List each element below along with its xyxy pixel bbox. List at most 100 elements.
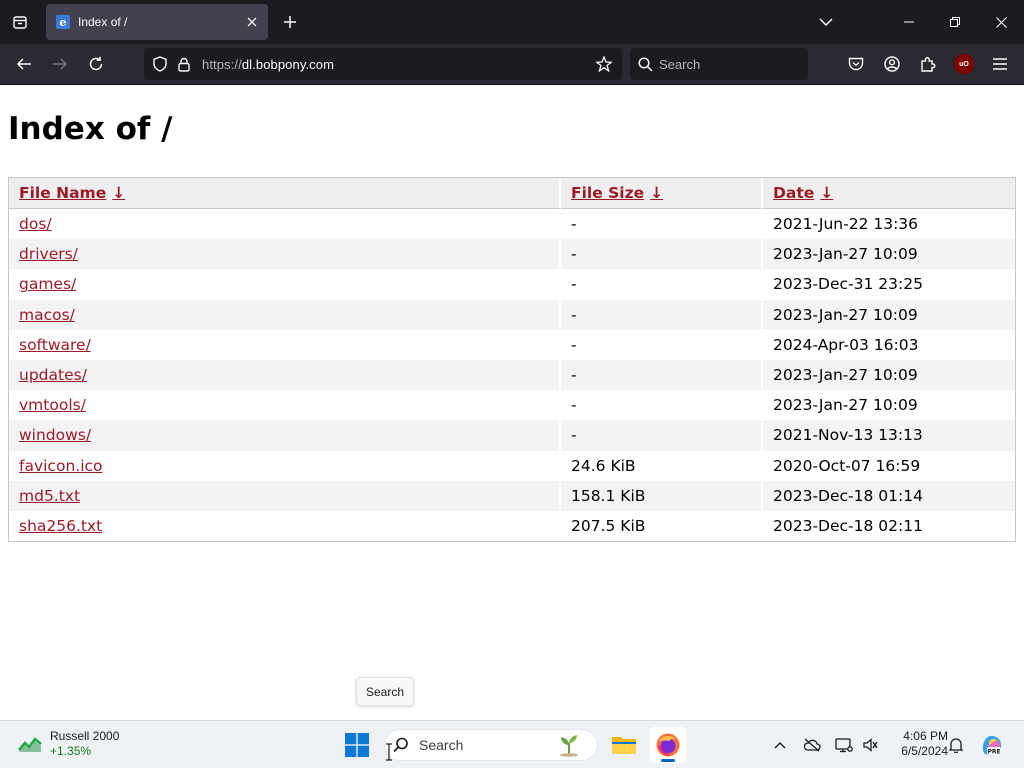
search-bar[interactable]: [630, 48, 808, 80]
url-bar[interactable]: https://dl.bobpony.com: [144, 48, 622, 80]
file-date-cell: 2023-Dec-18 01:14: [763, 480, 1015, 511]
widget-title: Russell 2000: [50, 729, 120, 743]
restore-button[interactable]: [932, 0, 978, 44]
file-date-cell: 2023-Jan-27 10:09: [763, 359, 1015, 391]
sort-arrow-icon: ↓: [650, 184, 664, 202]
file-explorer-icon: [612, 737, 636, 754]
file-name-cell: vmtools/: [9, 390, 561, 421]
bell-icon: [949, 738, 963, 753]
system-clock[interactable]: 4:06 PM 6/5/2024: [886, 729, 948, 759]
taskbar-search-box[interactable]: Search: [384, 729, 598, 761]
file-size-cell: -: [561, 239, 763, 270]
firefox-taskbar-button[interactable]: [650, 727, 686, 763]
reload-button[interactable]: [80, 48, 112, 80]
copilot-icon: PRE: [982, 735, 1002, 755]
table-row: md5.txt 158.1 KiB 2023-Dec-18 01:14: [9, 480, 1015, 511]
pocket-button[interactable]: [840, 48, 872, 80]
table-row: macos/ - 2023-Jan-27 10:09: [9, 299, 1015, 330]
site-info-button[interactable]: [172, 52, 196, 76]
start-button[interactable]: [341, 729, 373, 761]
table-row: software/ - 2024-Apr-03 16:03: [9, 329, 1015, 360]
pocket-icon: [848, 57, 864, 70]
copilot-preview-badge: PRE: [987, 748, 1000, 755]
sort-by-name-link[interactable]: File Name ↓: [19, 184, 125, 202]
close-window-button[interactable]: [978, 0, 1024, 44]
list-tabs-dropdown[interactable]: [810, 6, 842, 38]
url-text[interactable]: https://dl.bobpony.com: [202, 57, 592, 72]
file-date-cell: 2023-Jan-27 10:09: [773, 396, 918, 415]
bookmark-star-button[interactable]: [592, 52, 616, 76]
search-icon: [638, 56, 653, 72]
ublock-origin-button[interactable]: uO: [948, 48, 980, 80]
sort-by-size-link[interactable]: File Size ↓: [571, 184, 663, 202]
file-date-cell: 2023-Dec-18 02:11: [773, 516, 923, 535]
file-link[interactable]: updates/: [19, 366, 87, 384]
file-link[interactable]: windows/: [19, 426, 91, 444]
reload-icon: [89, 56, 103, 71]
show-hidden-icons-button[interactable]: [768, 733, 792, 757]
account-button[interactable]: [876, 48, 908, 80]
file-explorer-button[interactable]: [606, 727, 642, 763]
copilot-button[interactable]: PRE: [978, 731, 1006, 759]
file-link[interactable]: drivers/: [19, 245, 78, 263]
minimize-icon: [904, 21, 914, 23]
table-row: games/ - 2023-Dec-31 23:25: [9, 269, 1015, 300]
sort-by-date-link[interactable]: Date ↓: [773, 184, 833, 202]
tracking-protection-button[interactable]: [148, 52, 172, 76]
notifications-button[interactable]: [944, 733, 968, 757]
file-size-cell: 207.5 KiB: [561, 510, 763, 542]
back-button[interactable]: [8, 48, 40, 80]
account-icon: [884, 56, 900, 72]
file-link[interactable]: software/: [19, 336, 91, 354]
tab-index-of[interactable]: e Index of /: [46, 4, 268, 40]
file-size-cell: -: [561, 420, 763, 451]
ie-favicon-icon: e: [56, 15, 70, 29]
column-header-file-size: File Size ↓: [561, 178, 763, 209]
volume-button[interactable]: [858, 733, 882, 757]
close-window-icon: [995, 16, 1007, 28]
file-link[interactable]: sha256.txt: [19, 517, 102, 535]
file-date-cell: 2021-Nov-13 13:13: [763, 420, 1015, 451]
svg-text:e: e: [60, 16, 67, 29]
app-menu-button[interactable]: [984, 48, 1016, 80]
file-link[interactable]: macos/: [19, 306, 75, 324]
extensions-button[interactable]: [912, 48, 944, 80]
forward-arrow-icon: [53, 58, 68, 70]
hamburger-menu-icon: [993, 58, 1007, 70]
volume-icon: [863, 738, 878, 752]
minimize-button[interactable]: [886, 0, 932, 44]
tab-close-button[interactable]: [240, 10, 264, 34]
plus-icon: [284, 16, 296, 28]
file-date-cell: 2021-Jun-22 13:36: [773, 215, 919, 234]
close-icon: [247, 17, 257, 27]
file-name-cell: macos/: [9, 299, 561, 330]
forward-button[interactable]: [44, 48, 76, 80]
search-input[interactable]: [659, 56, 799, 72]
column-label: File Name: [19, 184, 107, 202]
column-header-date: Date ↓: [763, 178, 1015, 209]
new-tab-button[interactable]: [274, 6, 306, 38]
column-label: File Size: [571, 184, 645, 202]
url-host: dl.bobpony.com: [241, 56, 335, 72]
file-size-cell: -: [561, 269, 763, 300]
file-link[interactable]: favicon.ico: [19, 457, 103, 475]
file-date-cell: 2020-Oct-07 16:59: [773, 456, 921, 475]
file-link[interactable]: games/: [19, 275, 76, 293]
network-status-button[interactable]: [832, 733, 856, 757]
list-all-tabs-button[interactable]: [4, 6, 36, 38]
onedrive-status-button[interactable]: [800, 733, 824, 757]
file-name-cell: games/: [9, 269, 561, 300]
table-row: vmtools/ - 2023-Jan-27 10:09: [9, 390, 1015, 421]
file-size-cell: -: [561, 209, 763, 240]
file-link[interactable]: dos/: [19, 215, 52, 233]
firefox-icon: [656, 733, 680, 757]
text-cursor-icon: [386, 743, 392, 761]
file-link[interactable]: vmtools/: [19, 396, 86, 414]
stock-chart-icon: [18, 737, 42, 752]
file-name-cell: software/: [9, 329, 561, 360]
tab-title: Index of /: [78, 15, 128, 29]
widgets-button[interactable]: Russell 2000 +1.35%: [18, 729, 119, 759]
file-link[interactable]: md5.txt: [19, 487, 80, 505]
table-row: favicon.ico 24.6 KiB 2020-Oct-07 16:59: [9, 450, 1015, 481]
clock-date: 6/5/2024: [901, 744, 948, 758]
